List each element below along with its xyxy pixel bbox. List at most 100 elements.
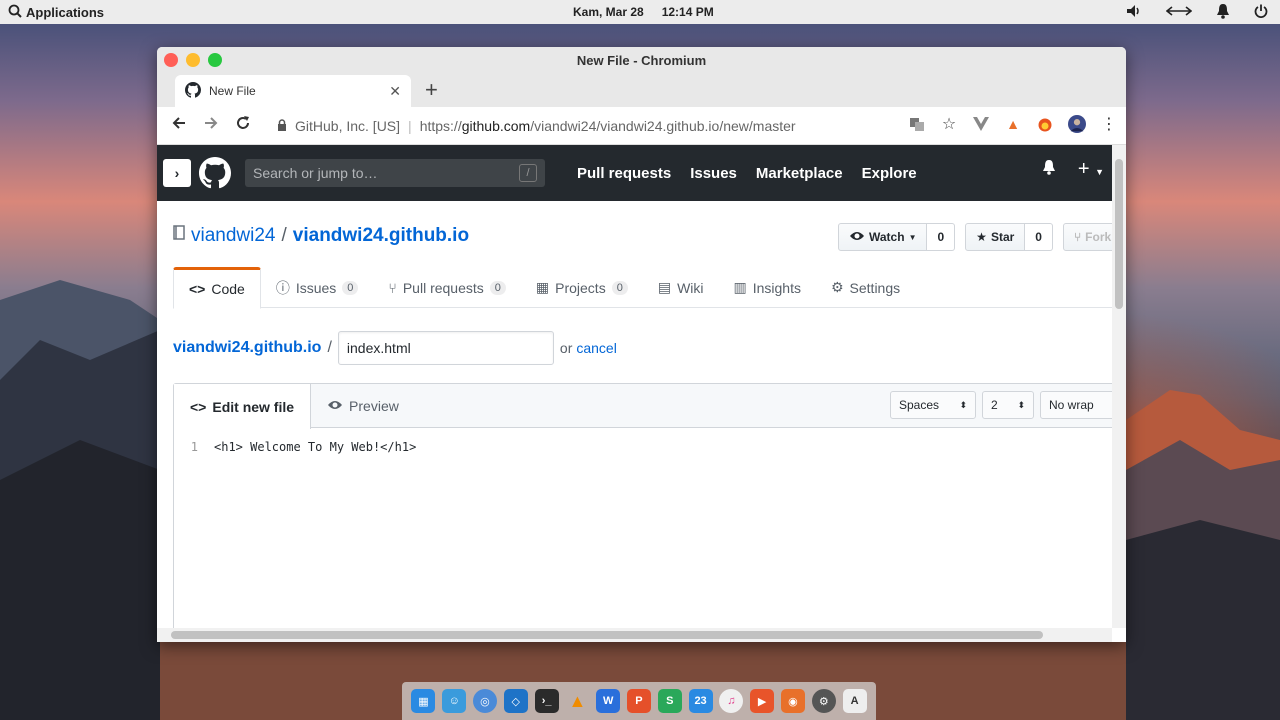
line-content[interactable]: <h1> Welcome To My Web!</h1> <box>214 440 416 454</box>
filename-input[interactable]: index.html <box>337 331 554 365</box>
file-editor: <> Edit new file Preview Spaces ⬍ 2 ⬍ No… <box>173 383 1112 628</box>
indent-mode-select[interactable]: Spaces ⬍ <box>890 391 976 419</box>
tab-settings[interactable]: ⚙ Settings <box>816 267 915 308</box>
back-arrow-icon[interactable] <box>163 115 195 136</box>
watch-count[interactable]: 0 <box>927 223 956 251</box>
browser-tab[interactable]: New File ✕ <box>175 75 411 107</box>
github-search-input[interactable]: Search or jump to… / <box>245 159 545 187</box>
pulls-counter: 0 <box>489 280 506 295</box>
vue-devtools-icon[interactable] <box>972 115 990 133</box>
wps-writer-icon[interactable]: W <box>596 689 621 713</box>
window-title: New File - Chromium <box>576 52 707 68</box>
fork-button[interactable]: ⑂ Fork <box>1062 223 1112 251</box>
code-icon: <> <box>189 281 206 297</box>
star-button[interactable]: ★ Star <box>965 223 1026 251</box>
file-breadcrumb: viandwi24.github.io / index.html or canc… <box>173 331 617 365</box>
security-label: GitHub, Inc. [US] <box>295 118 401 134</box>
new-tab-button[interactable]: + <box>425 79 438 101</box>
chromium-icon[interactable]: ◎ <box>472 689 497 713</box>
forward-arrow-icon[interactable] <box>195 115 227 136</box>
tab-pull-requests[interactable]: ⑂ Pull requests 0 <box>373 267 520 308</box>
nav-marketplace[interactable]: Marketplace <box>756 165 843 182</box>
indent-size-select[interactable]: 2 ⬍ <box>982 391 1034 419</box>
nav-explore[interactable]: Explore <box>862 165 917 182</box>
menu-kebab-icon[interactable]: ⋮ <box>1100 115 1118 133</box>
breadcrumb-root-link[interactable]: viandwi24.github.io <box>173 339 321 357</box>
editor-options: Spaces ⬍ 2 ⬍ No wrap <box>890 391 1112 419</box>
lock-icon <box>277 118 287 134</box>
music-icon[interactable]: ♫ <box>719 689 744 713</box>
vlc-icon[interactable]: ▲ <box>565 689 589 713</box>
applications-menu[interactable]: Applications <box>8 4 104 21</box>
watch-label: Watch <box>869 230 905 244</box>
close-window-button[interactable] <box>164 53 178 67</box>
clock[interactable]: Kam, Mar 28 12:14 PM <box>573 0 714 24</box>
calendar-icon[interactable]: 23 <box>688 689 713 713</box>
tab-wiki[interactable]: ▤ Wiki <box>643 267 719 308</box>
close-tab-icon[interactable]: ✕ <box>389 83 401 100</box>
terminal-icon[interactable]: ›_ <box>534 689 559 713</box>
video-editor-icon[interactable]: ▶ <box>750 689 775 713</box>
tab-projects[interactable]: ▦ Projects 0 <box>521 267 643 308</box>
tab-settings-label: Settings <box>849 279 901 296</box>
address-bar[interactable]: GitHub, Inc. [US] | https:// github.com … <box>277 115 796 137</box>
nav-pull-requests[interactable]: Pull requests <box>577 165 671 182</box>
tab-insights[interactable]: ▥ Insights <box>719 267 816 308</box>
nav-issues[interactable]: Issues <box>690 165 737 182</box>
power-icon[interactable] <box>1254 4 1268 21</box>
indent-mode-value: Spaces <box>899 398 940 412</box>
tab-code-label: Code <box>211 281 245 297</box>
horizontal-scrollbar-thumb[interactable] <box>171 631 1043 639</box>
system-settings-icon[interactable]: ⚙ <box>811 689 836 713</box>
notifications-bell-icon[interactable] <box>1042 159 1056 180</box>
finder-icon[interactable]: ☺ <box>442 689 467 713</box>
tab-issues[interactable]: ⓘ Issues 0 <box>261 267 374 308</box>
create-new-plus-icon[interactable]: + ▼ <box>1078 158 1104 181</box>
select-arrows-icon: ⬍ <box>1017 399 1025 410</box>
vscode-icon[interactable]: ◇ <box>503 689 528 713</box>
profile-avatar-icon[interactable] <box>1068 115 1086 133</box>
repo-owner-link[interactable]: viandwi24 <box>191 225 276 247</box>
github-logo-icon[interactable] <box>199 157 231 189</box>
wps-presentation-icon[interactable]: P <box>626 689 651 713</box>
window-titlebar[interactable]: New File - Chromium <box>157 47 1126 73</box>
reload-icon[interactable] <box>227 115 259 136</box>
top-panel: Applications Kam, Mar 28 12:14 PM <box>0 0 1280 24</box>
star-count[interactable]: 0 <box>1025 223 1053 251</box>
app-grid-icon[interactable]: ▦ <box>411 689 436 713</box>
issue-opened-icon: ⓘ <box>275 279 290 296</box>
tab-edit-new-file[interactable]: <> Edit new file <box>174 384 312 429</box>
volume-icon[interactable] <box>1126 4 1142 21</box>
minimize-window-button[interactable] <box>186 53 200 67</box>
edit-tab-label: Edit new file <box>212 398 295 415</box>
tab-code[interactable]: <> Code <box>173 267 261 309</box>
tab-preview[interactable]: Preview <box>311 384 415 427</box>
screenshot-icon[interactable]: ◉ <box>780 689 805 713</box>
watch-button[interactable]: Watch ▼ <box>838 223 928 251</box>
breadcrumb-separator: / <box>327 339 332 356</box>
extension-orange-icon[interactable]: ▲ <box>1004 115 1022 133</box>
app-store-icon[interactable]: A <box>842 689 867 713</box>
search-icon <box>8 4 22 21</box>
bookmark-star-icon[interactable]: ☆ <box>940 115 958 133</box>
notification-bell-icon[interactable] <box>1216 3 1230 22</box>
vertical-scrollbar[interactable] <box>1112 145 1126 628</box>
sidebar-toggle-button[interactable]: › <box>163 159 191 187</box>
wps-spreadsheet-icon[interactable]: S <box>657 689 682 713</box>
network-icon[interactable] <box>1165 4 1193 21</box>
window-controls <box>164 53 222 67</box>
book-icon: ▤ <box>657 279 672 295</box>
repo-name-link[interactable]: viandwi24.github.io <box>293 225 469 247</box>
omnibox-divider: | <box>408 118 412 134</box>
vertical-scrollbar-thumb[interactable] <box>1115 159 1123 309</box>
github-header: › Search or jump to… / Pull requests Iss… <box>157 145 1112 201</box>
cancel-link[interactable]: cancel <box>576 340 616 356</box>
extension-fire-icon[interactable] <box>1036 115 1054 133</box>
translate-icon[interactable] <box>908 115 926 133</box>
code-line[interactable]: 1 <h1> Welcome To My Web!</h1> <box>174 440 1112 454</box>
horizontal-scrollbar[interactable] <box>157 628 1112 642</box>
wrap-mode-select[interactable]: No wrap <box>1040 391 1112 419</box>
browser-toolbar: GitHub, Inc. [US] | https:// github.com … <box>157 107 1126 145</box>
git-pull-request-icon: ⑂ <box>388 279 397 296</box>
maximize-window-button[interactable] <box>208 53 222 67</box>
